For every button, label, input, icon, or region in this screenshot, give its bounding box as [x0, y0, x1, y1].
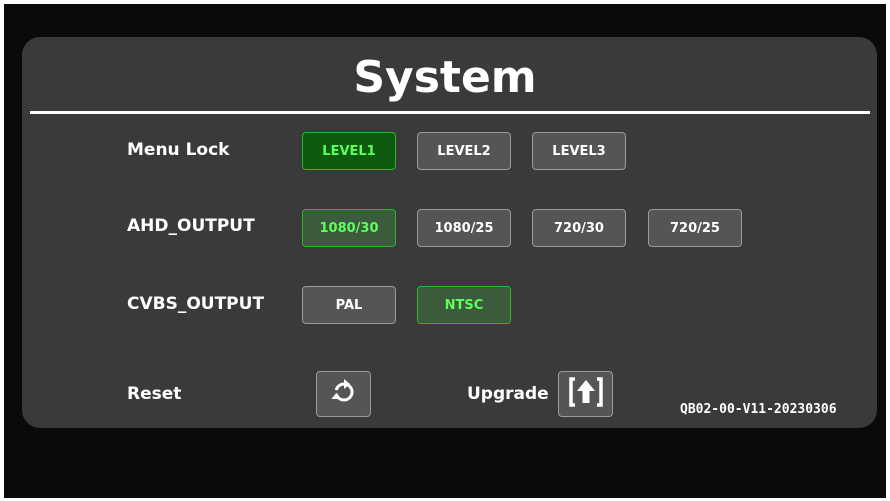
cvbs-ntsc-button[interactable]: NTSC	[417, 286, 511, 324]
menu-lock-label: Menu Lock	[127, 140, 230, 160]
menu-lock-level2-button[interactable]: LEVEL2	[417, 132, 511, 170]
refresh-icon	[330, 379, 357, 409]
firmware-version: QB02-00-V11-20230306	[680, 402, 837, 417]
menu-lock-level1-button[interactable]: LEVEL1	[302, 132, 396, 170]
cvbs-pal-button[interactable]: PAL	[302, 286, 396, 324]
upgrade-button[interactable]	[558, 371, 613, 417]
cvbs-output-label: CVBS_OUTPUT	[127, 294, 265, 314]
ahd-720-25-button[interactable]: 720/25	[648, 209, 742, 247]
page-title: System	[353, 52, 537, 103]
ahd-output-label: AHD_OUTPUT	[127, 216, 255, 236]
ahd-1080-30-button[interactable]: 1080/30	[302, 209, 396, 247]
reset-label: Reset	[127, 384, 182, 404]
title-divider	[30, 111, 870, 114]
menu-lock-level3-button[interactable]: LEVEL3	[532, 132, 626, 170]
ahd-720-30-button[interactable]: 720/30	[532, 209, 626, 247]
reset-button[interactable]	[316, 371, 371, 417]
ahd-1080-25-button[interactable]: 1080/25	[417, 209, 511, 247]
upload-icon	[568, 377, 603, 411]
upgrade-label: Upgrade	[467, 384, 549, 404]
